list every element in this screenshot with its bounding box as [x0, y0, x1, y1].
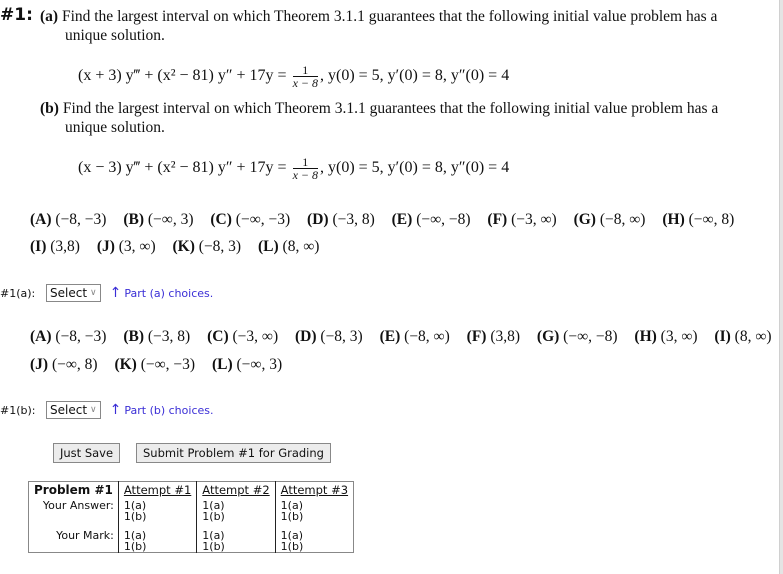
chevron-down-icon: ∨: [90, 288, 97, 298]
attempt-2-answer: 1(a) 1(b): [196, 499, 276, 523]
part-a-line1: Find the largest interval on which Theor…: [61, 8, 718, 25]
attempt-3-answer: 1(a) 1(b): [274, 499, 354, 523]
table-row-your-mark: Your Mark: 1(a) 1(b) 1(a) 1(b) 1(a) 1(b): [29, 522, 354, 553]
choice-b-A: (A) (−8, −3): [30, 328, 107, 345]
choices-b-row2: (J) (−∞, 8) (K) (−∞, −3) (L) (−∞, 3): [30, 356, 295, 374]
part-label: 1(b): [123, 540, 147, 553]
choice-a-F: (F) (−3, ∞): [487, 211, 557, 228]
choice-a-H: (H) (−∞, 8): [662, 211, 735, 228]
choice-a-A: (A) (−8, −3): [30, 211, 107, 228]
part-b-eq-lhs: (x − 3) y‴ + (x² − 81) y″ + 17y =: [78, 159, 287, 177]
attempt-2-header[interactable]: Attempt #2: [196, 481, 276, 499]
part-a-initial-conditions: , y(0) = 5, y′(0) = 8, y″(0) = 4: [320, 67, 510, 85]
part-b-equation: (x − 3) y‴ + (x² − 81) y″ + 17y = 1x − 8…: [78, 156, 509, 181]
choice-b-E: (E) (−8, ∞): [379, 328, 450, 345]
attempts-table: Problem #1 Attempt #1 Attempt #2 Attempt…: [28, 481, 355, 553]
arrow-up-icon: ↑: [109, 402, 122, 418]
part-a-equation: (x + 3) y‴ + (x² − 81) y″ + 17y = 1x − 8…: [78, 64, 509, 89]
fraction-denominator: x − 8: [292, 76, 318, 90]
part-b-initial-conditions: , y(0) = 5, y′(0) = 8, y″(0) = 4: [320, 159, 510, 177]
your-mark-label: Your Mark:: [56, 529, 114, 542]
part-b-line1: Find the largest interval on which Theor…: [62, 100, 719, 117]
arrow-up-icon: ↑: [109, 285, 122, 301]
part-b-label: (b): [40, 100, 59, 117]
table-header-problem: Problem #1: [34, 483, 113, 497]
answer-a-hint: ↑ Part (a) choices.: [110, 285, 214, 301]
choice-b-L: (L) (−∞, 3): [211, 356, 283, 373]
choice-b-G: (G) (−∞, −8): [536, 328, 618, 345]
choice-a-D: (D) (−3, 8): [307, 211, 375, 228]
part-label: 1(b): [202, 540, 225, 553]
attempt-2-mark: 1(a) 1(b): [196, 522, 276, 553]
attempt-1-answer: 1(a) 1(b): [117, 499, 197, 523]
answer-b-hint: ↑ Part (b) choices.: [110, 402, 214, 418]
answer-a-label: #1(a):: [0, 286, 36, 300]
part-a-label: (a): [40, 8, 59, 25]
choice-a-C: (C) (−∞, −3): [210, 211, 291, 228]
part-label: 1(b): [280, 540, 304, 553]
hint-text: Part (a) choices.: [124, 287, 214, 300]
your-answer-label: Your Answer:: [42, 499, 114, 512]
choice-a-B: (B) (−∞, 3): [123, 211, 194, 228]
just-save-button[interactable]: Just Save: [53, 443, 121, 463]
choice-a-K: (K) (−8, 3): [172, 238, 242, 255]
hint-text: Part (b) choices.: [124, 404, 214, 417]
answer-a-row: #1(a): Select ∨ ↑ Part (a) choices.: [0, 284, 213, 302]
answer-b-row: #1(b): Select ∨ ↑ Part (b) choices.: [0, 401, 213, 419]
select-value: Select: [50, 286, 88, 300]
part-a-line2: unique solution.: [65, 27, 165, 44]
choices-a-row1: (A) (−8, −3) (B) (−∞, 3) (C) (−∞, −3) (D…: [30, 211, 747, 229]
choice-a-J: (J) (3, ∞): [96, 238, 156, 255]
problem-number: #1:: [0, 5, 33, 25]
part-a-text: (a) Find the largest interval on which T…: [40, 7, 717, 45]
choice-b-K: (K) (−∞, −3): [114, 356, 196, 373]
part-label: 1(b): [202, 510, 225, 523]
choice-a-L: (L) (8, ∞): [257, 238, 320, 255]
choice-b-I: (I) (8, ∞): [714, 328, 772, 345]
choices-a-row2: (I) (3,8) (J) (3, ∞) (K) (−8, 3) (L) (8,…: [30, 238, 332, 256]
submit-button[interactable]: Submit Problem #1 for Grading: [136, 443, 331, 463]
choices-b-row1: (A) (−8, −3) (B) (−3, 8) (C) (−3, ∞) (D)…: [30, 328, 783, 346]
choice-a-I: (I) (3,8): [30, 238, 80, 255]
choice-a-G: (G) (−8, ∞): [573, 211, 646, 228]
choice-b-F: (F) (3,8): [466, 328, 521, 345]
choice-b-D: (D) (−8, 3): [295, 328, 363, 345]
attempt-1-mark: 1(a) 1(b): [117, 522, 197, 553]
part-a-fraction: 1x − 8: [292, 64, 318, 90]
attempt-3-header[interactable]: Attempt #3: [274, 481, 354, 499]
part-b-fraction: 1x − 8: [292, 156, 318, 182]
part-label: 1(b): [123, 510, 147, 523]
attempt-3-mark: 1(a) 1(b): [274, 522, 354, 553]
scrollbar[interactable]: [779, 0, 783, 574]
part-b-text: (b) Find the largest interval on which T…: [40, 99, 718, 137]
part-a-eq-lhs: (x + 3) y‴ + (x² − 81) y″ + 17y =: [78, 67, 287, 85]
fraction-denominator: x − 8: [292, 168, 318, 182]
part-b-line2: unique solution.: [65, 119, 165, 136]
table-row-your-answer: Your Answer: 1(a) 1(b) 1(a) 1(b) 1(a) 1(b): [29, 499, 354, 522]
answer-a-select[interactable]: Select ∨: [46, 284, 101, 302]
attempt-1-header[interactable]: Attempt #1: [117, 481, 197, 499]
choice-b-J: (J) (−∞, 8): [30, 356, 98, 373]
chevron-down-icon: ∨: [90, 405, 97, 415]
choice-b-B: (B) (−3, 8): [123, 328, 191, 345]
answer-b-select[interactable]: Select ∨: [46, 401, 101, 419]
select-value: Select: [50, 403, 88, 417]
answer-b-label: #1(b):: [0, 403, 36, 417]
choice-a-E: (E) (−∞, −8): [391, 211, 471, 228]
choice-b-H: (H) (3, ∞): [634, 328, 698, 345]
part-label: 1(b): [280, 510, 304, 523]
choice-b-C: (C) (−3, ∞): [207, 328, 279, 345]
